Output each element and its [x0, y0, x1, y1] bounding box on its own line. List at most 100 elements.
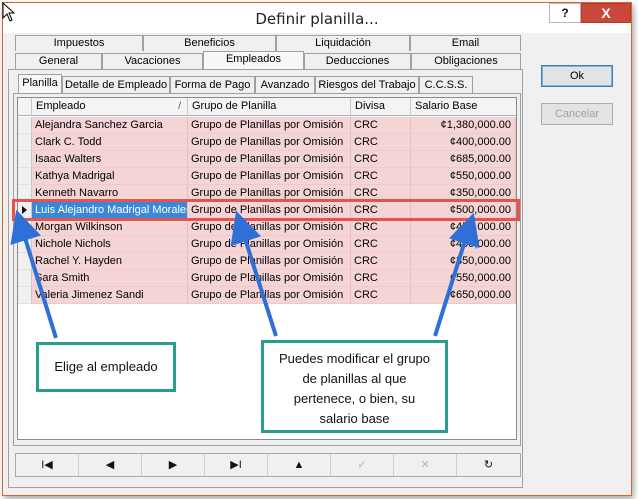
- cell-salario[interactable]: ¢350,000.00: [411, 253, 516, 270]
- cell-grupo[interactable]: Grupo de Planillas por Omisión: [188, 202, 351, 219]
- table-row[interactable]: Nichole Nichols Grupo de Planillas por Om…: [18, 236, 516, 253]
- table-row[interactable]: Clark C. Todd Grupo de Planillas por Omis…: [18, 134, 516, 151]
- row-indicator[interactable]: [18, 202, 32, 219]
- table-row[interactable]: Morgan Wilkinson Grupo de Planillas por O…: [18, 219, 516, 236]
- row-indicator[interactable]: [18, 134, 32, 151]
- cell-salario[interactable]: ¢350,000.00: [411, 185, 516, 202]
- cell-empleado[interactable]: Sara Smith: [32, 270, 188, 287]
- nav-post-button[interactable]: ✓: [331, 454, 394, 476]
- column-header-salario[interactable]: Salario Base: [411, 98, 516, 116]
- cell-grupo[interactable]: Grupo de Planillas por Omisión: [188, 253, 351, 270]
- nav-last-button[interactable]: ▶I: [205, 454, 268, 476]
- column-header-grupo[interactable]: Grupo de Planilla: [188, 98, 351, 116]
- nav-refresh-button[interactable]: ↻: [457, 454, 520, 476]
- cell-salario[interactable]: ¢400,000.00: [411, 134, 516, 151]
- cell-empleado[interactable]: Kathya Madrigal: [32, 168, 188, 185]
- cell-divisa[interactable]: CRC: [351, 202, 411, 219]
- cell-grupo[interactable]: Grupo de Planillas por Omisión: [188, 134, 351, 151]
- table-row[interactable]: Alejandra Sanchez Garcia Grupo de Planill…: [18, 117, 516, 134]
- cell-salario[interactable]: ¢550,000.00: [411, 270, 516, 287]
- row-indicator[interactable]: [18, 287, 32, 304]
- cell-salario[interactable]: ¢450,000.00: [411, 219, 516, 236]
- cell-salario[interactable]: ¢650,000.00: [411, 287, 516, 304]
- table-row[interactable]: Sara Smith Grupo de Planillas por Omisión…: [18, 270, 516, 287]
- nav-first-button[interactable]: I◀: [16, 454, 79, 476]
- cell-empleado[interactable]: Isaac Walters: [32, 151, 188, 168]
- cell-divisa[interactable]: CRC: [351, 287, 411, 304]
- row-indicator[interactable]: [18, 117, 32, 134]
- cell-divisa[interactable]: CRC: [351, 253, 411, 270]
- subtab-planilla[interactable]: Planilla: [18, 74, 62, 93]
- cell-grupo[interactable]: Grupo de Planillas por Omisión: [188, 151, 351, 168]
- cell-grupo[interactable]: Grupo de Planillas por Omisión: [188, 185, 351, 202]
- row-indicator[interactable]: [18, 151, 32, 168]
- subtab-detalle-empleado[interactable]: Detalle de Empleado: [62, 76, 170, 93]
- table-row[interactable]: Isaac Walters Grupo de Planillas por Omis…: [18, 151, 516, 168]
- tab-deducciones[interactable]: Deducciones: [304, 53, 411, 69]
- tab-beneficios[interactable]: Beneficios: [143, 35, 276, 51]
- ok-button[interactable]: Ok: [541, 65, 613, 87]
- row-indicator[interactable]: [18, 270, 32, 287]
- cell-grupo[interactable]: Grupo de Planillas por Omisión: [188, 117, 351, 134]
- tab-liquidacion[interactable]: Liquidación: [276, 35, 410, 51]
- column-header-empleado[interactable]: Empleado /: [32, 98, 188, 116]
- column-header-divisa[interactable]: Divisa: [351, 98, 411, 116]
- tab-vacaciones[interactable]: Vacaciones: [102, 53, 203, 69]
- cell-empleado[interactable]: Nichole Nichols: [32, 236, 188, 253]
- nav-cancel-button[interactable]: ✕: [394, 454, 457, 476]
- tab-obligaciones[interactable]: Obligaciones: [411, 53, 521, 69]
- cell-divisa[interactable]: CRC: [351, 117, 411, 134]
- cell-empleado[interactable]: Rachel Y. Hayden: [32, 253, 188, 270]
- row-indicator[interactable]: [18, 253, 32, 270]
- cell-divisa[interactable]: CRC: [351, 168, 411, 185]
- table-row[interactable]: Kathya Madrigal Grupo de Planillas por Om…: [18, 168, 516, 185]
- sort-indicator-icon: /: [178, 101, 181, 112]
- table-row[interactable]: Kenneth Navarro Grupo de Planillas por Om…: [18, 185, 516, 202]
- nav-insert-button[interactable]: ▲: [268, 454, 331, 476]
- cell-divisa[interactable]: CRC: [351, 236, 411, 253]
- cancel-button[interactable]: Cancelar: [541, 103, 613, 125]
- cell-divisa[interactable]: CRC: [351, 185, 411, 202]
- subtab-forma-de-pago[interactable]: Forma de Pago: [170, 76, 255, 93]
- cell-empleado[interactable]: Valeria Jimenez Sandi: [32, 287, 188, 304]
- cell-empleado[interactable]: Clark C. Todd: [32, 134, 188, 151]
- cell-salario[interactable]: ¢1,380,000.00: [411, 117, 516, 134]
- cell-salario[interactable]: ¢550,000.00: [411, 168, 516, 185]
- mouse-cursor-icon: [2, 2, 16, 22]
- help-button[interactable]: ?: [549, 3, 581, 23]
- subtab-riesgos-trabajo[interactable]: Riesgos del Trabajo: [315, 76, 419, 93]
- close-button[interactable]: X: [581, 3, 631, 23]
- table-row[interactable]: Valeria Jimenez Sandi Grupo de Planillas …: [18, 287, 516, 304]
- cell-empleado[interactable]: Kenneth Navarro: [32, 185, 188, 202]
- tab-empleados[interactable]: Empleados: [203, 51, 304, 69]
- subtab-ccss[interactable]: C.C.S.S.: [419, 76, 473, 93]
- tab-impuestos[interactable]: Impuestos: [15, 35, 143, 51]
- tab-email[interactable]: Email: [410, 35, 521, 51]
- table-row[interactable]: Rachel Y. Hayden Grupo de Planillas por O…: [18, 253, 516, 270]
- cell-grupo[interactable]: Grupo de Planillas por Omisión: [188, 219, 351, 236]
- cell-divisa[interactable]: CRC: [351, 219, 411, 236]
- callout-choose-employee: Elige al empleado: [36, 342, 176, 392]
- cell-grupo[interactable]: Grupo de Planillas por Omisión: [188, 270, 351, 287]
- row-indicator[interactable]: [18, 219, 32, 236]
- cell-divisa[interactable]: CRC: [351, 270, 411, 287]
- tab-general[interactable]: General: [15, 53, 102, 69]
- nav-next-button[interactable]: ▶: [142, 454, 205, 476]
- cell-divisa[interactable]: CRC: [351, 134, 411, 151]
- cell-salario[interactable]: ¢400,000.00: [411, 236, 516, 253]
- nav-prior-button[interactable]: ◀: [79, 454, 142, 476]
- cell-grupo[interactable]: Grupo de Planillas por Omisión: [188, 168, 351, 185]
- cell-empleado[interactable]: Alejandra Sanchez Garcia: [32, 117, 188, 134]
- row-indicator[interactable]: [18, 185, 32, 202]
- table-row[interactable]: Luis Alejandro Madrigal Morales Grupo de …: [18, 202, 516, 219]
- cell-empleado[interactable]: Luis Alejandro Madrigal Morales: [32, 202, 188, 219]
- row-indicator[interactable]: [18, 236, 32, 253]
- cell-divisa[interactable]: CRC: [351, 151, 411, 168]
- cell-empleado[interactable]: Morgan Wilkinson: [32, 219, 188, 236]
- subtab-avanzado[interactable]: Avanzado: [255, 76, 315, 93]
- cell-salario[interactable]: ¢500,000.00: [411, 202, 516, 219]
- cell-salario[interactable]: ¢685,000.00: [411, 151, 516, 168]
- cell-grupo[interactable]: Grupo de Planillas por Omisión: [188, 287, 351, 304]
- cell-grupo[interactable]: Grupo de Planillas por Omisión: [188, 236, 351, 253]
- row-indicator[interactable]: [18, 168, 32, 185]
